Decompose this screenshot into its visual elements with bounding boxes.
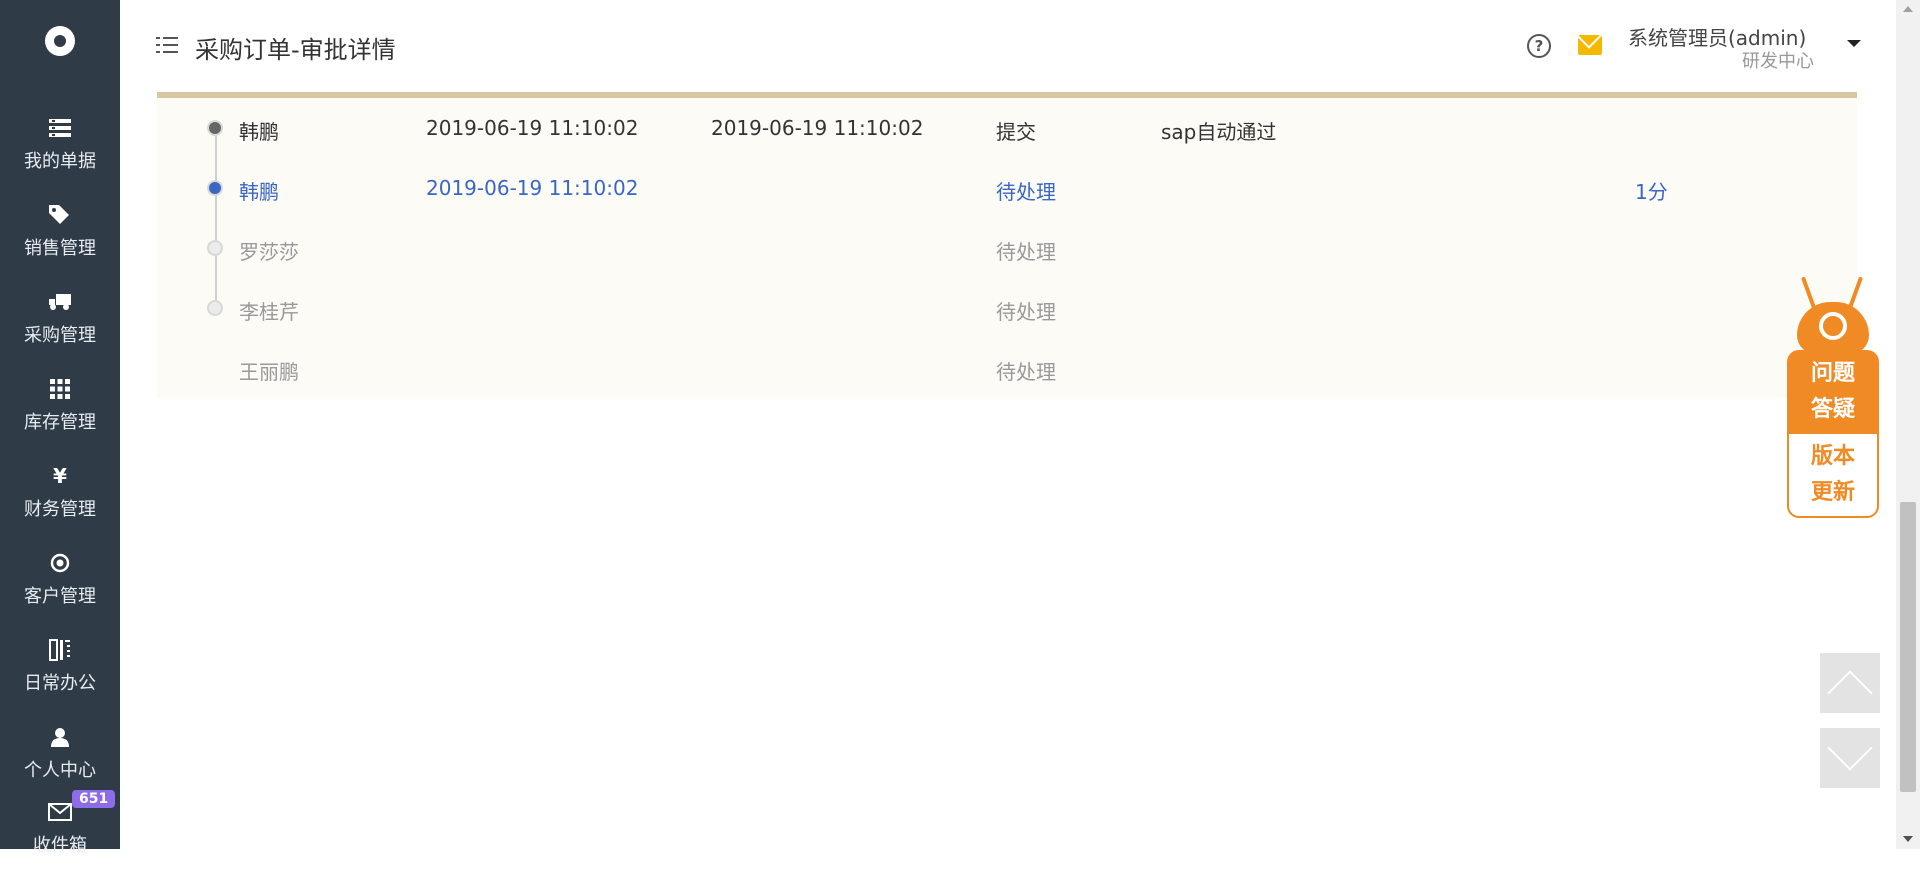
unread-count-badge: 651 xyxy=(72,790,116,808)
arrive-time: 2019-06-19 11:10:02 xyxy=(426,176,639,200)
approver-name: 李桂芹 xyxy=(239,300,299,324)
sidebar-item-sales[interactable]: 销售管理 xyxy=(0,187,120,274)
top-header: 采购订单-审批详情 ? 系统管理员(admin) 研发中心 xyxy=(120,0,1896,92)
target-icon xyxy=(46,550,74,576)
sidebar-item-label: 采购管理 xyxy=(24,324,96,346)
page-scrollbar[interactable] xyxy=(1896,0,1920,849)
panel-top-border xyxy=(157,92,1857,98)
sidebar-item-label: 销售管理 xyxy=(24,237,96,259)
chevron-up-icon xyxy=(1827,670,1873,716)
grid-icon xyxy=(46,376,74,402)
qa-label-line2: 答疑 xyxy=(1810,397,1855,422)
approver-name: 罗莎莎 xyxy=(239,240,299,264)
robot-mascot-icon xyxy=(1797,302,1869,354)
qa-button[interactable]: 问题 答疑 xyxy=(1787,350,1879,434)
sidebar-item-label: 我的单据 xyxy=(24,150,96,172)
sidebar-item-personal[interactable]: 个人中心 xyxy=(0,709,120,796)
question-circle-icon[interactable]: ? xyxy=(1527,34,1551,58)
qa-label-line1: 问题 xyxy=(1810,361,1855,386)
yen-icon: ¥ xyxy=(53,463,67,488)
approval-status: 待处理 xyxy=(996,240,1056,264)
timeline-dot-done-icon xyxy=(207,120,223,136)
columns-icon xyxy=(46,637,74,663)
scroll-bottom-button[interactable] xyxy=(1820,725,1880,788)
sidebar-item-label: 日常办公 xyxy=(24,672,96,694)
version-label-line1: 版本 xyxy=(1810,444,1855,469)
scrollbar-thumb[interactable] xyxy=(1900,502,1916,792)
approval-duration: 1分 xyxy=(1635,180,1668,204)
approval-status: 提交 xyxy=(996,120,1036,144)
sidebar-item-my-documents[interactable]: 我的单据 xyxy=(0,100,120,187)
approver-name: 韩鹏 xyxy=(239,120,279,144)
approval-comment: sap自动通过 xyxy=(1161,120,1277,144)
caret-down-icon[interactable] xyxy=(1847,40,1861,47)
timeline-line xyxy=(215,130,217,300)
sidebar-item-label: 收件箱 xyxy=(33,834,87,856)
sidebar-item-inventory[interactable]: 库存管理 xyxy=(0,361,120,448)
sidebar-item-office[interactable]: 日常办公 xyxy=(0,622,120,709)
qa-helper-widget[interactable]: 问题 答疑 版本 更新 xyxy=(1787,276,1879,518)
menu-toggle-icon[interactable] xyxy=(156,34,178,56)
sidebar: 我的单据 销售管理 采购管理 库存管理 ¥ 财务管理 客户管理 日常办公 个人中… xyxy=(0,0,120,856)
document-list-icon xyxy=(46,115,74,141)
approval-status: 待处理 xyxy=(996,300,1056,324)
scroll-top-button[interactable] xyxy=(1820,653,1880,716)
app-logo[interactable] xyxy=(0,0,120,82)
page-title: 采购订单-审批详情 xyxy=(195,36,396,64)
scroll-up-arrow-icon[interactable] xyxy=(1903,6,1913,12)
arrive-time: 2019-06-19 11:10:02 xyxy=(426,116,639,140)
tags-icon xyxy=(46,202,74,228)
sidebar-item-inbox[interactable]: 收件箱 651 xyxy=(0,784,120,871)
sidebar-item-label: 客户管理 xyxy=(24,585,96,607)
user-department: 研发中心 xyxy=(1742,51,1814,72)
scroll-down-arrow-icon[interactable] xyxy=(1903,836,1913,842)
approval-status: 待处理 xyxy=(996,180,1056,204)
timeline-dot-pending-icon xyxy=(207,300,223,316)
sidebar-item-label: 财务管理 xyxy=(24,498,96,520)
sidebar-item-purchase[interactable]: 采购管理 xyxy=(0,274,120,361)
version-update-button[interactable]: 版本 更新 xyxy=(1787,434,1879,518)
envelope-icon xyxy=(46,799,74,825)
user-icon xyxy=(46,724,74,750)
sidebar-item-finance[interactable]: ¥ 财务管理 xyxy=(0,448,120,535)
approver-name: 韩鹏 xyxy=(239,180,279,204)
handle-time: 2019-06-19 11:10:02 xyxy=(711,116,924,140)
approval-status: 待处理 xyxy=(996,360,1056,384)
mail-icon[interactable] xyxy=(1578,35,1602,55)
sidebar-item-customers[interactable]: 客户管理 xyxy=(0,535,120,622)
sidebar-item-label: 库存管理 xyxy=(24,411,96,433)
version-label-line2: 更新 xyxy=(1810,480,1855,505)
robot-eye-icon xyxy=(1819,312,1847,340)
timeline-dot-pending-icon xyxy=(207,240,223,256)
truck-icon xyxy=(46,289,74,315)
approver-name: 王丽鹏 xyxy=(239,360,299,384)
timeline-dot-active-icon xyxy=(207,180,223,196)
gear-logo-icon xyxy=(45,26,75,56)
chevron-down-icon xyxy=(1827,725,1873,771)
sidebar-item-label: 个人中心 xyxy=(24,759,96,781)
